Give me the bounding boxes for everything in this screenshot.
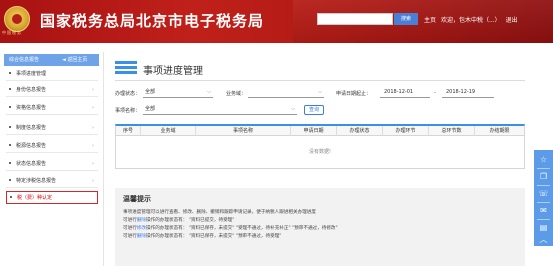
copy-icon[interactable]: ❐ <box>538 171 549 182</box>
chevron-right-icon: › <box>92 143 94 149</box>
chevron-right-icon: › <box>92 125 94 131</box>
sidebar: 综合信息报告 ◄ 返回主页 事项进度管理 身份信息报告 › 资格信息报告 › 制度信… <box>0 52 104 266</box>
item-name-label: 事项名称： <box>115 108 141 114</box>
chevron-right-icon: › <box>92 87 94 93</box>
chevron-down-icon: ⌵ <box>318 89 322 95</box>
status-select[interactable]: 全部 ⌵ <box>143 87 213 98</box>
date-from-input[interactable]: 2018-12-01 <box>380 87 430 98</box>
main-content: 事项进度管理 办理状态： 全部 ⌵ 业务域： ⌵ 申请日期起止： 2018-12… <box>108 52 532 266</box>
query-button[interactable]: 查询 <box>304 105 324 115</box>
status-select-value: 全部 <box>145 89 156 95</box>
home-link[interactable]: 主页 <box>424 17 436 24</box>
sidebar-item-qualification[interactable]: 资格信息报告 › <box>6 102 98 115</box>
welcome-user-link[interactable]: 欢迎，包木中税（...） <box>441 17 501 24</box>
tips-highlight: 删除 <box>136 218 146 223</box>
tips-highlight: 修改 <box>136 226 146 231</box>
chevron-right-icon: › <box>92 178 94 184</box>
divider <box>115 80 525 81</box>
tax-emblem-logo <box>4 6 30 32</box>
chevron-down-icon: ⌵ <box>207 89 211 95</box>
column-header: 申请日期 <box>291 126 337 136</box>
sidebar-item-progress[interactable]: 事项进度管理 <box>6 68 98 81</box>
sidebar-item-label: 制度信息报告 <box>16 125 47 131</box>
chevron-right-icon: › <box>92 105 94 111</box>
progress-table: 序号 业务域 事项名称 申请日期 办理状态 办理环节 总环节数 办结期限 没有数… <box>115 124 525 169</box>
column-header: 事项名称 <box>196 126 291 136</box>
star-icon[interactable]: ☆ <box>538 154 549 165</box>
top-search-button[interactable]: 搜索 <box>394 13 418 25</box>
sidebar-item-tax-source[interactable]: 税源信息报告 › <box>6 140 98 153</box>
chevron-right-icon: › <box>92 161 94 167</box>
date-to-input[interactable]: 2018-12-19 <box>442 87 494 98</box>
column-header: 办理环节 <box>383 126 429 136</box>
sidebar-item-tax-type[interactable]: 税（费）种认定 <box>6 191 98 204</box>
column-header: 序号 <box>116 126 141 136</box>
tips-line: 可进行修改操作的办理状态有： "资料已保存，未提交" "受理不通过，待补充补正"… <box>123 226 338 231</box>
site-header: 中国税务 国家税务总局北京市电子税务局 搜索 主页 欢迎，包木中税（...） 退… <box>0 0 553 43</box>
list-icon <box>115 61 137 75</box>
page-title: 事项进度管理 <box>143 66 203 77</box>
tips-highlight: 删除 <box>136 234 146 239</box>
sidebar-item-label: 事项进度管理 <box>16 71 47 77</box>
floating-toolbar: ☆ ❐ ☏ ✉ ▤ ︿ <box>534 150 553 246</box>
top-search-input[interactable] <box>317 13 393 25</box>
business-select[interactable]: ⌵ <box>248 87 324 98</box>
column-header: 业务域 <box>141 126 196 136</box>
tips-line: 事项进度管理可以进行查看、修改、删除、撤销和跟踪申请记录，便于纳税人跟进相关办理… <box>123 210 316 215</box>
site-title: 国家税务总局北京市电子税务局 <box>40 12 265 30</box>
emblem-caption: 中国税务 <box>2 30 22 35</box>
sidebar-item-label: 税（费）种认定 <box>17 195 53 201</box>
column-header: 办结期限 <box>489 128 510 134</box>
empty-message: 没有数据! <box>308 149 331 155</box>
sidebar-item-label: 资格信息报告 <box>16 105 47 111</box>
sidebar-item-system[interactable]: 制度信息报告 › <box>6 122 98 135</box>
tips-line: 可进行删除操作的办理状态有： "资料已保存，未提交" "预审不通过，待受理" <box>123 234 282 239</box>
status-label: 办理状态： <box>115 91 141 97</box>
tips-title: 温馨提示 <box>123 195 151 203</box>
table-header: 序号 业务域 事项名称 申请日期 办理状态 办理环节 总环节数 办结期限 <box>115 124 525 136</box>
item-name-select[interactable]: 全部 ⌵ <box>143 104 297 115</box>
date-range-label: 申请日期起止： <box>336 91 372 97</box>
sidebar-item-label: 特定涉税信息报告 <box>16 178 57 184</box>
column-header: 办理状态 <box>337 126 383 136</box>
date-separator: - <box>434 90 436 96</box>
sidebar-item-identity[interactable]: 身份信息报告 › <box>6 84 98 97</box>
top-links: 主页 欢迎，包木中税（...） 退出 <box>424 15 521 24</box>
document-icon[interactable]: ▤ <box>538 222 549 233</box>
sidebar-item-label: 状态信息报告 <box>16 161 47 167</box>
business-label: 业务域： <box>226 91 247 97</box>
up-arrow-icon[interactable]: ︿ <box>538 234 549 245</box>
sidebar-item-status[interactable]: 状态信息报告 › <box>6 158 98 171</box>
back-home-button[interactable]: ◄ 返回主页 <box>62 54 87 66</box>
item-name-select-value: 全部 <box>145 106 156 112</box>
sidebar-section-title: 综合信息报告 <box>9 57 40 63</box>
sidebar-item-label: 税源信息报告 <box>16 143 47 149</box>
phone-icon[interactable]: ☏ <box>538 188 549 199</box>
tips-line: 可进行删除操作的办理状态有： "资料已提交，待受理" <box>123 218 235 223</box>
sidebar-item-label: 身份信息报告 <box>16 87 47 93</box>
tips-panel: 温馨提示 事项进度管理可以进行查看、修改、删除、撤销和跟踪申请记录，便于纳税人跟… <box>115 188 525 266</box>
sidebar-header: 综合信息报告 ◄ 返回主页 <box>4 54 99 66</box>
table-body: 没有数据! <box>115 136 525 169</box>
chevron-down-icon: ⌵ <box>291 106 295 112</box>
column-header: 总环节数 <box>429 126 475 136</box>
chat-icon[interactable]: ✉ <box>538 205 549 216</box>
logout-link[interactable]: 退出 <box>506 17 518 24</box>
sidebar-item-specific[interactable]: 特定涉税信息报告 › <box>6 175 98 188</box>
